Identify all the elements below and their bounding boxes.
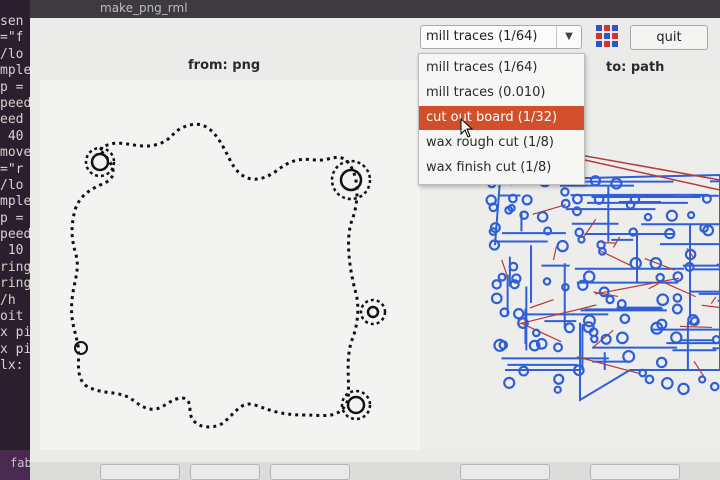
mount-hole-right (366, 305, 380, 319)
toolpath-pad (574, 227, 585, 238)
process-select-value: mill traces (1/64) (426, 29, 538, 44)
toolpath-pad (622, 349, 636, 363)
toolpath-pad (671, 303, 683, 315)
toolpath-pad (536, 211, 549, 223)
input-png-canvas (40, 80, 420, 450)
quit-button[interactable]: quit (630, 25, 708, 50)
toolpath-pad (643, 212, 653, 222)
toolpath-travel-move (710, 296, 717, 304)
board-outline-path (70, 122, 360, 429)
toolpath-pad (491, 279, 502, 290)
toolpath-pad (605, 294, 615, 305)
board-outline-drawing (70, 122, 387, 429)
toolpath-pad (556, 239, 569, 253)
toolpath-pad (577, 235, 586, 244)
mount-hole-left (74, 341, 88, 355)
toolpath-pad (518, 365, 530, 377)
toolpath-pad (638, 368, 648, 378)
toolpath-pad (629, 257, 642, 270)
terminal-footer-text: fab (10, 456, 32, 470)
toolpath-pad (503, 376, 516, 389)
toolpath-travel-move (529, 298, 554, 309)
toolpath-pad (531, 328, 541, 338)
toolpath-pad (490, 292, 503, 305)
mount-hole-top-right (339, 168, 363, 192)
toolpath-pad (665, 209, 678, 222)
bottom-toolbar (30, 462, 720, 480)
toolpath-pad (521, 194, 533, 206)
menu-item-mill-traces-1-64[interactable]: mill traces (1/64) (419, 56, 584, 80)
toolpath-pad (672, 271, 684, 283)
mount-hole-top-right-outline (330, 159, 372, 201)
toolpath-travel-move (701, 304, 720, 309)
toolpath-pad (553, 385, 562, 394)
mouse-cursor-icon (460, 117, 474, 142)
toolbar-button-5[interactable] (590, 464, 680, 480)
toolpath-pad (615, 331, 629, 345)
chevron-down-icon[interactable]: ▼ (556, 26, 581, 48)
toolbar-button-4[interactable] (460, 464, 550, 480)
toolpath-pad (655, 272, 665, 283)
menu-item-mill-traces-0-010[interactable]: mill traces (0.010) (419, 81, 584, 105)
toolpath-pad (644, 374, 655, 385)
process-dropdown-menu: mill traces (1/64) mill traces (0.010) c… (418, 53, 585, 185)
grid-icon[interactable] (595, 24, 620, 48)
toolpath-pad (660, 376, 674, 390)
toolpath-travel-move (582, 218, 597, 239)
toolbar-button-3[interactable] (270, 464, 350, 480)
mount-hole-top-left (90, 152, 110, 172)
mount-hole-right-outline (359, 298, 387, 326)
toolpath-pad (553, 342, 563, 353)
toolpath-pad (670, 331, 683, 344)
toolpath-pad (560, 187, 570, 197)
toolbar-button-1[interactable] (100, 464, 180, 480)
title-bar: make_png_rml (30, 0, 720, 18)
toolpath-pad (553, 373, 565, 385)
menu-item-cut-out-board[interactable]: cut out board (1/32) (419, 106, 584, 130)
toolpath-travel-move (532, 204, 567, 215)
mount-hole-bottom-right-outline (340, 389, 372, 421)
toolpath-pad (513, 308, 525, 320)
toolpath-pad (610, 177, 623, 190)
toolpath-pad (619, 313, 631, 325)
toolpath-pad (656, 293, 670, 307)
menu-item-wax-rough-cut[interactable]: wax rough cut (1/8) (419, 131, 584, 155)
toolpath-pad (582, 270, 596, 283)
toolpath-travel-move (648, 283, 659, 290)
toolpath-pad (543, 226, 553, 236)
to-label: to: path (606, 60, 665, 75)
toolpath-travel-move (612, 236, 621, 248)
toolpath-pad (655, 356, 668, 369)
from-label: from: png (188, 58, 261, 73)
toolbar-button-2[interactable] (190, 464, 260, 480)
toolpath-pad (698, 375, 707, 384)
toolpath-pad (563, 322, 575, 334)
toolpath-pad (672, 293, 683, 303)
toolpath-pad (560, 198, 571, 209)
toolpath-pad (497, 272, 507, 282)
toolpath-travel-move (552, 246, 558, 261)
toolpath-pad (628, 227, 638, 237)
toolpath-pad (677, 382, 690, 396)
menu-item-wax-finish-cut[interactable]: wax finish cut (1/8) (419, 156, 584, 180)
window-title: make_png_rml (100, 1, 188, 15)
process-select[interactable]: mill traces (1/64) ▼ (420, 25, 582, 49)
toolpath-travel-move (679, 325, 712, 329)
toolpath-pad (542, 277, 552, 286)
toolpath-pad (711, 335, 720, 345)
mount-hole-bottom-right (346, 395, 366, 415)
toolpath-pad (686, 210, 696, 220)
toolpath-pad (625, 200, 636, 210)
toolpath-pad (709, 381, 720, 392)
